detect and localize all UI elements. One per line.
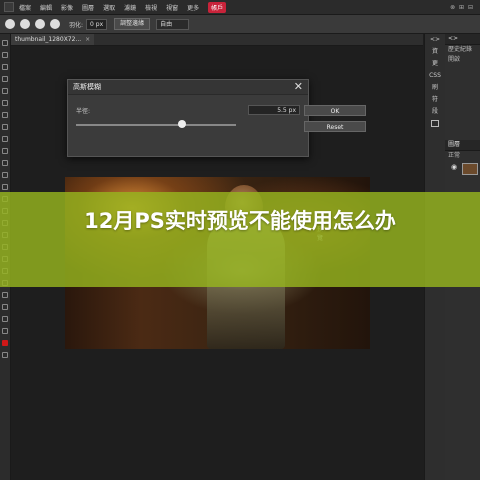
strip-item-properties[interactable]: 更 (425, 58, 445, 70)
menu-window[interactable]: 視窗 (166, 3, 178, 12)
close-tab-icon[interactable]: × (85, 36, 90, 43)
lasso-add-icon[interactable] (20, 19, 30, 29)
stamp-tool-icon[interactable] (2, 136, 8, 142)
lasso-tool-icon[interactable] (5, 19, 15, 29)
strip-item-info[interactable]: 資 (425, 46, 445, 58)
menu-view[interactable]: 檢視 (145, 3, 157, 12)
collapse-panels-icon[interactable]: <> (425, 34, 445, 46)
history-tab[interactable]: 歷史紀錄 (445, 45, 480, 55)
history-item-open[interactable]: 開啟 (445, 55, 480, 65)
gaussian-blur-dialog: 高斯模糊 ✕ 半徑: 5.5 px OK Reset 預覽 (67, 79, 366, 242)
screen-mode-icon[interactable] (2, 304, 8, 310)
app-logo-icon[interactable] (4, 2, 14, 12)
lasso-intersect-icon[interactable] (50, 19, 60, 29)
history-panel-header: <> (445, 34, 480, 45)
lasso-tool-icon[interactable] (2, 64, 8, 70)
menu-account[interactable]: 帳戶 (208, 1, 227, 13)
extra-tool-icon[interactable] (2, 316, 8, 322)
move-tool-icon[interactable] (2, 40, 8, 46)
collapse-panels-right-icon[interactable]: <> (448, 35, 458, 42)
wand-tool-icon[interactable] (2, 76, 8, 82)
marquee-tool-icon[interactable] (2, 52, 8, 58)
bucket-tool-icon[interactable] (2, 160, 8, 166)
reset-button[interactable]: Reset (304, 121, 366, 132)
eraser-tool-icon[interactable] (2, 148, 8, 154)
eye-icon[interactable]: ◉ (451, 163, 457, 171)
background-color-swatch[interactable] (2, 352, 8, 358)
mode-select[interactable]: 自由 (156, 18, 190, 30)
strip-item-css[interactable]: CSS (425, 70, 445, 82)
menu-filter[interactable]: 濾鏡 (124, 3, 136, 12)
menu-select[interactable]: 選取 (103, 3, 115, 12)
menu-edit[interactable]: 編輯 (40, 3, 52, 12)
menu-file[interactable]: 檔案 (19, 3, 31, 12)
extra-tool-2-icon[interactable] (2, 328, 8, 334)
lasso-subtract-icon[interactable] (35, 19, 45, 29)
menu-image[interactable]: 影像 (61, 3, 73, 12)
dialog-title: 高斯模糊 (68, 80, 308, 95)
layers-panel-header[interactable]: 圖層 (445, 140, 480, 151)
menu-layer[interactable]: 圖層 (82, 3, 94, 12)
document-tabs: thumbnail_1280X72... × (11, 34, 423, 46)
strip-item-character[interactable]: 符 (425, 94, 445, 106)
heal-tool-icon[interactable] (2, 112, 8, 118)
document-tab-label: thumbnail_1280X72... (15, 36, 82, 43)
options-bar: 羽化: 0 px 調整邊緣 自由 (0, 15, 480, 34)
feather-label: 羽化: (69, 21, 84, 29)
refine-edge-button[interactable]: 調整邊緣 (114, 18, 151, 30)
feather-input[interactable]: 0 px (86, 18, 108, 30)
ok-button[interactable]: OK (304, 105, 366, 116)
layers-panel: 圖層 正常 ◉ (445, 140, 480, 175)
strip-item-brush[interactable]: 刷 (425, 82, 445, 94)
mask-mode-icon[interactable] (2, 292, 8, 298)
radius-input[interactable]: 5.5 px (248, 105, 300, 115)
blur-tool-icon[interactable] (2, 172, 8, 178)
image-icon[interactable] (431, 120, 439, 127)
radius-slider-track[interactable] (76, 124, 236, 126)
close-icon[interactable]: ✕ (294, 80, 303, 94)
foreground-color-swatch[interactable] (2, 340, 8, 346)
layer-thumbnail (462, 163, 478, 175)
brush-tool-icon[interactable] (2, 124, 8, 130)
radius-slider-handle[interactable] (177, 120, 186, 128)
blend-mode-select[interactable]: 正常 (445, 151, 480, 161)
strip-item-paragraph[interactable]: 段 (425, 106, 445, 118)
banner-title: 12月PS实时预览不能使用怎么办 (84, 209, 396, 233)
menu-bar: 檔案 編輯 影像 圖層 選取 濾鏡 檢視 視窗 更多 帳戶 ⊗ ⊞ ⊟ (0, 0, 480, 15)
window-controls[interactable]: ⊗ ⊞ ⊟ (450, 4, 474, 11)
dodge-tool-icon[interactable] (2, 184, 8, 190)
eyedropper-tool-icon[interactable] (2, 100, 8, 106)
menu-more[interactable]: 更多 (187, 3, 199, 12)
crop-tool-icon[interactable] (2, 88, 8, 94)
layer-row[interactable]: ◉ (445, 163, 480, 175)
document-tab[interactable]: thumbnail_1280X72... × (11, 34, 95, 45)
title-banner: 12月PS实时预览不能使用怎么办 (0, 192, 480, 287)
radius-label: 半徑: (76, 108, 91, 115)
